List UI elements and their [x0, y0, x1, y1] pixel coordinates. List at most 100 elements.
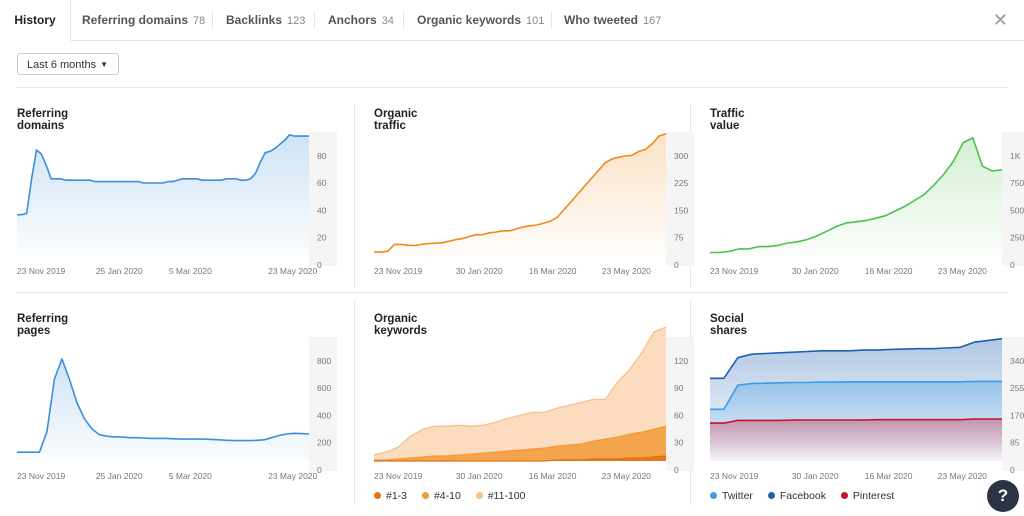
x-tick-label: 23 May 2020	[602, 266, 651, 276]
x-tick-label: 23 May 2020	[938, 471, 987, 481]
y-tick-label: 40	[317, 205, 327, 215]
legend-item[interactable]: Pinterest	[840, 490, 895, 502]
y-tick-label: 75	[674, 233, 684, 243]
tab-who-tweeted[interactable]: Who tweeted 167	[564, 0, 661, 40]
y-tick-label: 60	[317, 178, 327, 188]
x-tick-label: 23 May 2020	[268, 471, 317, 481]
chart-legend: #1-3 #4-10 #11-100	[374, 490, 537, 502]
legend-label: Twitter	[722, 490, 753, 502]
y-tick-label: 0	[1010, 260, 1015, 270]
chart-title: Organic traffic	[374, 108, 418, 132]
x-tick-label: 16 Mar 2020	[529, 266, 577, 276]
date-range-label: Last 6 months	[27, 59, 97, 71]
y-tick-label: 60	[674, 410, 684, 420]
date-range-dropdown[interactable]: Last 6 months ▼	[17, 53, 119, 75]
series-area	[710, 137, 1002, 256]
tab-divider	[551, 11, 552, 29]
legend-label: #4-10	[433, 490, 461, 502]
y-tick-label: 90	[674, 383, 684, 393]
y-tick-label: 400	[317, 410, 331, 420]
divider	[354, 300, 355, 505]
chart-title: Social shares	[710, 313, 748, 337]
legend-dot	[840, 492, 848, 499]
y-tick-label: 225	[674, 178, 688, 188]
x-tick-label: 16 Mar 2020	[865, 266, 913, 276]
chart-title: Traffic value	[710, 108, 745, 132]
tab-count: 34	[381, 15, 394, 27]
close-icon[interactable]: ✕	[993, 0, 1008, 40]
legend-label: Pinterest	[852, 490, 895, 502]
tab-count: 123	[287, 15, 306, 27]
legend-dot	[421, 492, 429, 499]
tab-divider	[314, 11, 315, 29]
y-tick-label: 0	[317, 465, 322, 475]
x-tick-label: 30 Jan 2020	[456, 266, 503, 276]
tab-divider	[212, 11, 213, 29]
chart-svg: 1K 750 500 250 0 23 Nov 2019 30 Jan 2020 16 Mar…	[710, 132, 1024, 276]
x-tick-label: 23 Nov 2019	[710, 266, 758, 276]
y-tick-label: 800	[317, 356, 331, 366]
tab-label: Referring domains	[82, 13, 189, 27]
legend-item[interactable]: Facebook	[767, 490, 826, 502]
x-tick-label: 30 Jan 2020	[456, 471, 503, 481]
y-tick-label: 250	[1010, 233, 1024, 243]
y-tick-label: 170	[1010, 410, 1024, 420]
legend-item[interactable]: Twitter	[710, 490, 753, 502]
y-tick-label: 85	[1010, 438, 1020, 448]
divider	[354, 104, 355, 289]
legend-item[interactable]: #4-10	[421, 490, 461, 502]
chart-svg: 340 255 170 85 0 23 Nov 2019 30 Jan 2020 16 Mar…	[710, 337, 1024, 481]
x-tick-label: 23 Nov 2019	[374, 471, 422, 481]
x-tick-label: 30 Jan 2020	[792, 266, 839, 276]
legend-item[interactable]: #11-100	[475, 490, 526, 502]
y-tick-label: 0	[317, 260, 322, 270]
legend-label: #1-3	[386, 490, 408, 502]
x-tick-label: 25 Jan 2020	[96, 266, 143, 276]
x-tick-label: 23 Nov 2019	[374, 266, 422, 276]
chart-svg: 800 600 400 200 0 23 Nov 2019 25 Jan 2020 5 Mar…	[17, 337, 337, 481]
y-tick-label: 500	[1010, 205, 1024, 215]
help-button[interactable]: ?	[987, 480, 1019, 512]
y-tick-label: 750	[1010, 178, 1024, 188]
chart-svg: 300 225 150 75 0 23 Nov 2019 30 Jan 2020 16 Mar…	[374, 132, 694, 276]
tab-label: Anchors	[328, 13, 377, 27]
tab-anchors[interactable]: Anchors 34	[328, 0, 394, 40]
x-tick-label: 23 May 2020	[268, 266, 317, 276]
help-label: ?	[997, 486, 1009, 505]
chart-title: Organic keywords	[374, 313, 428, 337]
tab-history[interactable]: History	[0, 0, 71, 41]
legend-label: #11-100	[487, 490, 526, 502]
tab-label: Who tweeted	[564, 13, 638, 27]
tab-label: Organic keywords	[417, 13, 522, 27]
legend-dot	[475, 492, 483, 499]
chart-title: Referring domains	[17, 108, 69, 132]
y-tick-label: 0	[1010, 465, 1015, 475]
y-tick-label: 255	[1010, 383, 1024, 393]
y-tick-label: 340	[1010, 356, 1024, 366]
tab-backlinks[interactable]: Backlinks 123	[226, 0, 305, 40]
legend-item[interactable]: #1-3	[374, 490, 407, 502]
y-tick-label: 0	[674, 465, 679, 475]
tab-organic-keywords[interactable]: Organic keywords 101	[417, 0, 544, 40]
x-tick-label: 23 Nov 2019	[710, 471, 758, 481]
legend-label: Facebook	[779, 490, 826, 502]
series-area	[374, 133, 666, 256]
y-tick-label: 20	[317, 233, 327, 243]
chart-title: Referring pages	[17, 313, 69, 337]
legend-dot	[710, 492, 717, 499]
chart-svg: 120 90 60 30 0 23 Nov 2019 30 Jan 2020 16 Mar 2…	[373, 326, 694, 481]
divider	[17, 87, 1007, 88]
x-tick-label: 16 Mar 2020	[529, 471, 577, 481]
y-tick-label: 1K	[1010, 151, 1021, 161]
y-tick-label: 30	[674, 438, 684, 448]
legend-dot	[767, 492, 775, 499]
y-tick-label: 150	[674, 205, 688, 215]
y-tick-label: 300	[674, 151, 688, 161]
x-tick-label: 5 Mar 2020	[169, 471, 212, 481]
x-tick-label: 16 Mar 2020	[865, 471, 913, 481]
divider	[17, 292, 1007, 293]
y-tick-label: 80	[317, 151, 327, 161]
tab-referring-domains[interactable]: Referring domains 78	[82, 0, 205, 40]
tab-label: History	[14, 13, 56, 27]
x-tick-label: 25 Jan 2020	[96, 471, 143, 481]
